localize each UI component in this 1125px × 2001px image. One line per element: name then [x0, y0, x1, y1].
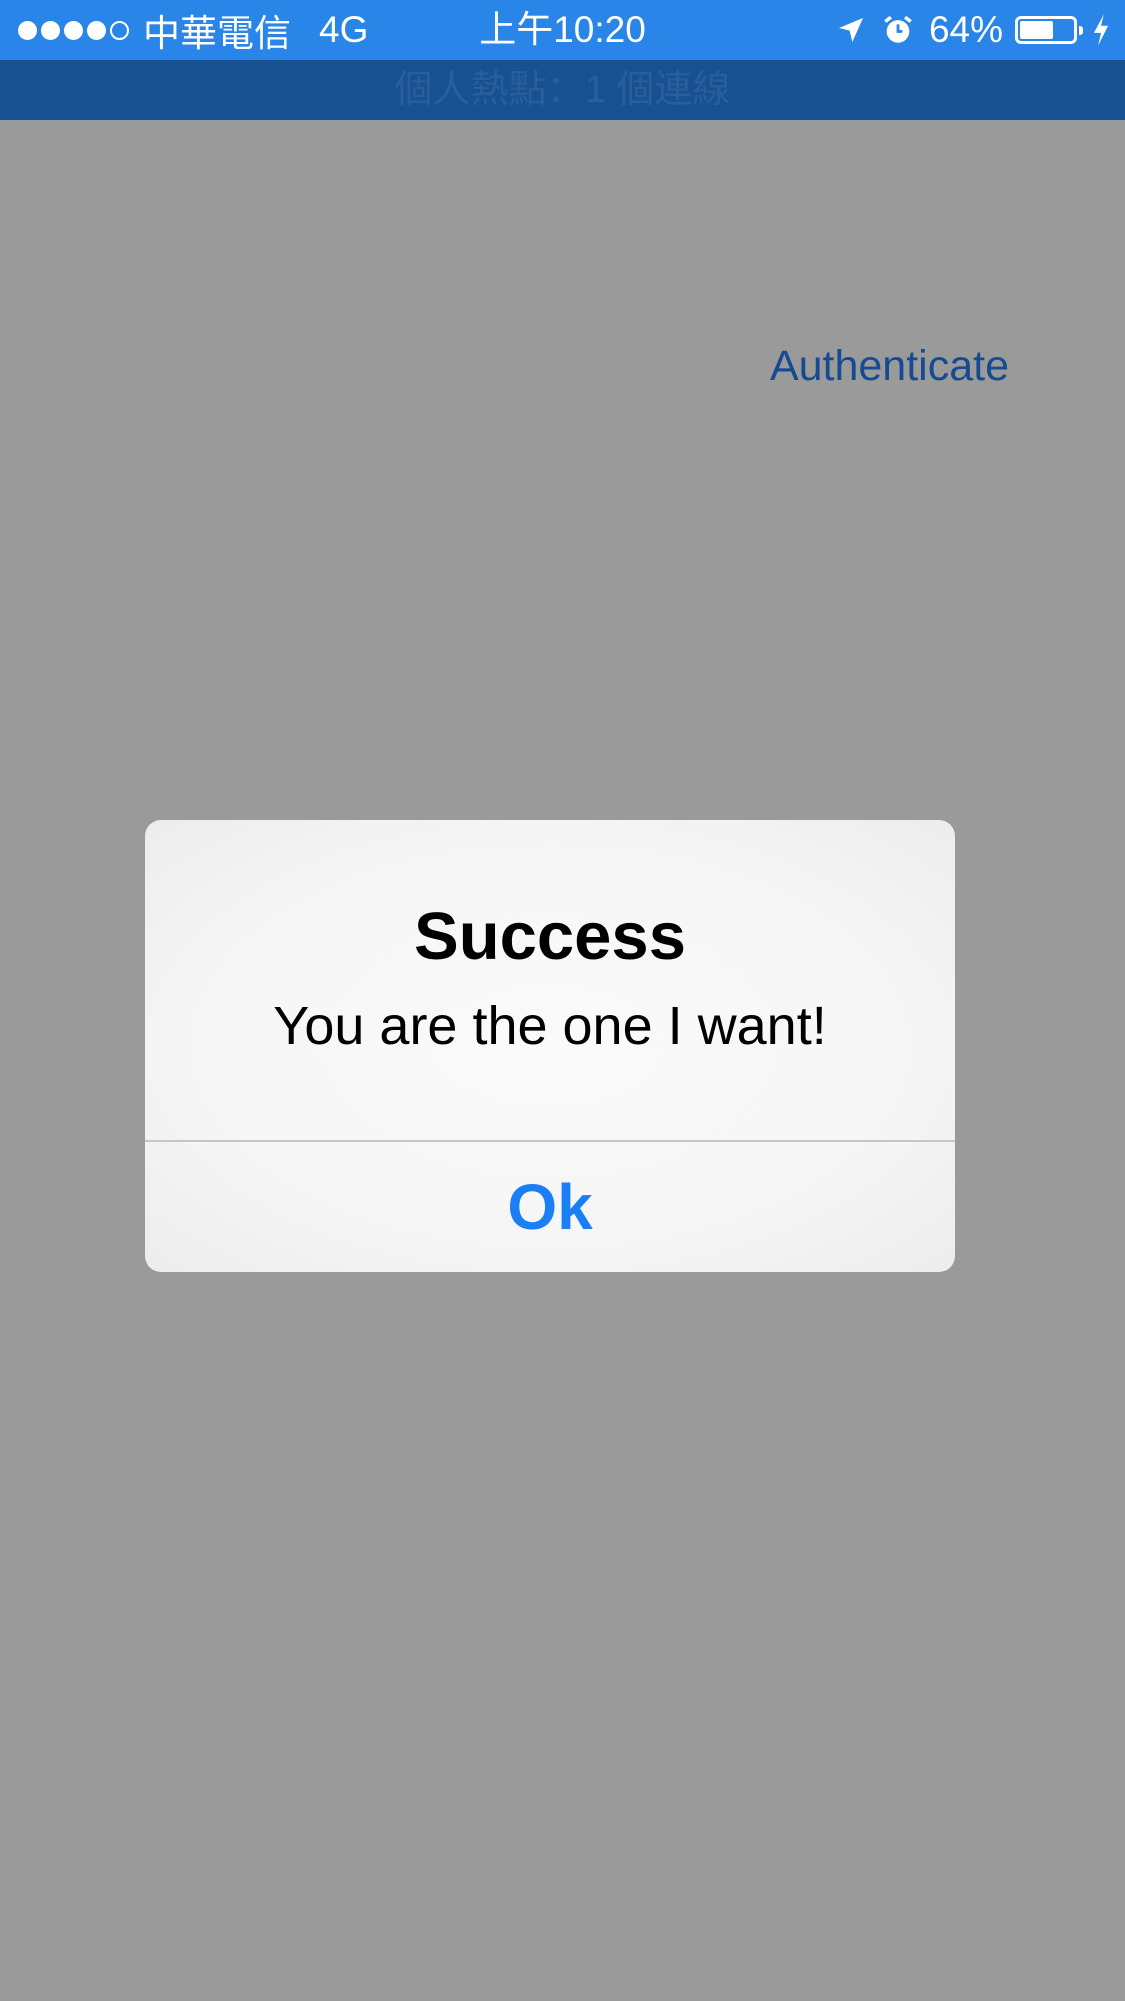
status-bar: 中華電信 4G 上午10:20 64%	[0, 0, 1125, 60]
battery-percent: 64%	[928, 9, 1003, 50]
charging-bolt-icon	[1091, 13, 1111, 47]
alert-dialog: Success You are the one I want! Ok	[145, 820, 955, 1272]
alarm-clock-icon	[881, 13, 915, 47]
personal-hotspot-bar[interactable]: 個人熱點：1 個連線	[0, 60, 1125, 120]
alert-title: Success	[414, 899, 686, 974]
battery-level-fill	[1020, 21, 1054, 39]
battery-icon	[1015, 16, 1083, 44]
authenticate-button[interactable]: Authenticate	[770, 340, 1009, 392]
battery-nub	[1079, 26, 1083, 35]
location-arrow-icon	[835, 14, 867, 46]
status-right: 64%	[821, 8, 1111, 52]
ok-button[interactable]: Ok	[145, 1142, 955, 1272]
alert-message: You are the one I want!	[273, 996, 827, 1056]
